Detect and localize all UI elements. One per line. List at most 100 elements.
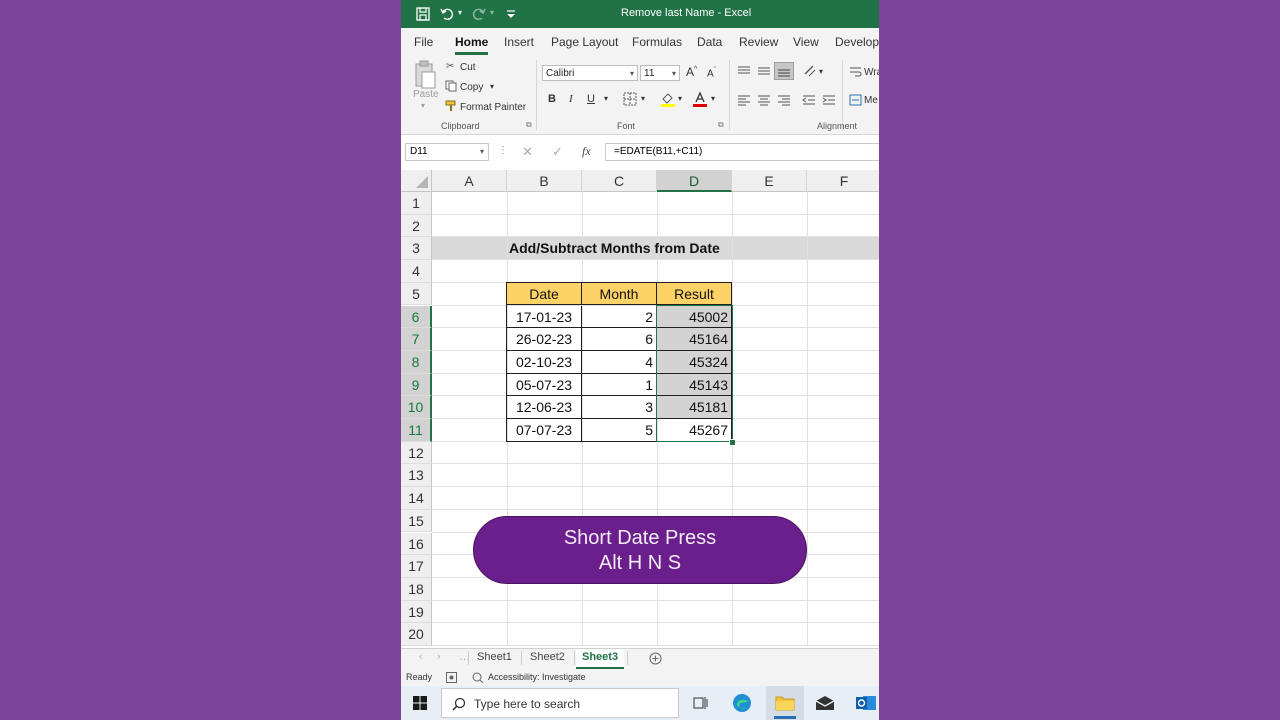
next-sheet-icon[interactable]: › xyxy=(437,651,440,662)
format-painter-button[interactable]: Format Painter xyxy=(460,102,526,113)
redo-icon[interactable] xyxy=(471,6,487,22)
cell-result[interactable]: 45143 xyxy=(657,373,732,397)
bold-button[interactable]: B xyxy=(548,93,556,105)
row-header-11[interactable]: 11 xyxy=(401,419,432,442)
tab-data[interactable]: Data xyxy=(697,35,722,49)
customize-toolbar-icon[interactable] xyxy=(505,6,517,22)
row-header-1[interactable]: 1 xyxy=(401,192,432,215)
align-right-icon[interactable] xyxy=(777,94,791,106)
row-header-4[interactable]: 4 xyxy=(401,260,432,283)
copy-button[interactable]: Copy xyxy=(460,82,483,93)
mail-icon[interactable] xyxy=(815,695,835,711)
sheet-tab-1[interactable]: Sheet1 xyxy=(477,651,512,663)
table-header-month[interactable]: Month xyxy=(582,282,657,306)
row-header-13[interactable]: 13 xyxy=(401,464,432,488)
cell-month[interactable]: 1 xyxy=(582,373,657,397)
wrap-text-button[interactable]: Wra xyxy=(864,67,879,78)
column-header-f[interactable]: F xyxy=(807,170,879,192)
align-center-icon[interactable] xyxy=(757,94,771,106)
cell-month[interactable]: 2 xyxy=(582,305,657,329)
cell-result[interactable]: 45181 xyxy=(657,396,732,419)
font-color-icon[interactable] xyxy=(692,91,708,107)
cell-month[interactable]: 6 xyxy=(582,328,657,351)
prev-sheet-icon[interactable]: ‹ xyxy=(419,651,422,662)
font-size-select[interactable]: 11 ▾ xyxy=(640,65,680,81)
row-header-16[interactable]: 16 xyxy=(401,532,432,556)
column-header-e[interactable]: E xyxy=(732,170,807,192)
task-view-icon[interactable] xyxy=(692,695,708,711)
shrink-font-button[interactable]: Aˇ xyxy=(707,67,716,79)
sheet-tab-3[interactable]: Sheet3 xyxy=(576,649,625,669)
row-header-18[interactable]: 18 xyxy=(401,577,432,601)
font-color-dropdown-icon[interactable]: ▾ xyxy=(711,94,715,103)
accessibility-status[interactable]: Accessibility: Investigate xyxy=(488,672,586,682)
active-cell-result[interactable]: 45267 xyxy=(657,419,732,442)
row-header-2[interactable]: 2 xyxy=(401,214,432,238)
cell-date[interactable]: 05-07-23 xyxy=(507,373,582,397)
row-header-3[interactable]: 3 xyxy=(401,237,432,261)
align-top-icon[interactable] xyxy=(737,65,751,77)
undo-dropdown-icon[interactable]: ▾ xyxy=(458,8,462,17)
borders-dropdown-icon[interactable]: ▾ xyxy=(641,94,645,103)
row-header-20[interactable]: 20 xyxy=(401,623,432,646)
fill-color-icon[interactable] xyxy=(660,91,676,107)
row-header-9[interactable]: 9 xyxy=(401,373,432,397)
align-middle-icon[interactable] xyxy=(757,65,771,77)
underline-dropdown-icon[interactable]: ▾ xyxy=(604,94,608,103)
tab-review[interactable]: Review xyxy=(739,35,778,49)
outlook-icon[interactable] xyxy=(856,693,876,713)
select-all-button[interactable] xyxy=(401,170,432,192)
row-header-15[interactable]: 15 xyxy=(401,509,432,533)
table-header-date[interactable]: Date xyxy=(507,282,582,306)
row-header-14[interactable]: 14 xyxy=(401,487,432,510)
save-icon[interactable] xyxy=(415,6,431,22)
cell-result[interactable]: 45324 xyxy=(657,350,732,374)
borders-icon[interactable] xyxy=(623,92,637,106)
italic-button[interactable]: I xyxy=(569,93,573,105)
paste-icon[interactable] xyxy=(413,60,437,90)
cell-month[interactable]: 5 xyxy=(582,419,657,442)
insert-function-button[interactable]: fx xyxy=(582,144,591,159)
cell-month[interactable]: 4 xyxy=(582,350,657,374)
increase-indent-icon[interactable] xyxy=(822,94,836,106)
underline-button[interactable]: U xyxy=(587,93,595,105)
column-header-c[interactable]: C xyxy=(582,170,657,192)
column-header-b[interactable]: B xyxy=(507,170,582,192)
cancel-icon[interactable]: ✕ xyxy=(522,144,533,160)
font-family-select[interactable]: Calibri ▾ xyxy=(542,65,638,81)
cell-date[interactable]: 07-07-23 xyxy=(507,419,582,442)
tab-home[interactable]: Home xyxy=(455,35,489,55)
cut-button[interactable]: Cut xyxy=(460,62,476,73)
row-header-10[interactable]: 10 xyxy=(401,396,432,419)
add-sheet-icon[interactable] xyxy=(649,652,662,665)
tab-formulas[interactable]: Formulas xyxy=(632,35,682,49)
row-header-6[interactable]: 6 xyxy=(401,305,432,329)
undo-icon[interactable] xyxy=(439,6,455,22)
row-header-7[interactable]: 7 xyxy=(401,328,432,351)
fill-color-dropdown-icon[interactable]: ▾ xyxy=(678,94,682,103)
orientation-dropdown-icon[interactable]: ▾ xyxy=(819,67,823,76)
name-box[interactable]: D11 ▾ xyxy=(405,143,489,161)
tab-page-layout[interactable]: Page Layout xyxy=(551,35,618,49)
merge-center-button[interactable]: Me xyxy=(864,95,878,106)
cell-date[interactable]: 02-10-23 xyxy=(507,350,582,374)
macro-record-icon[interactable] xyxy=(446,672,457,683)
sheet-tab-2[interactable]: Sheet2 xyxy=(530,651,565,663)
cell-result[interactable]: 45002 xyxy=(657,305,732,329)
taskbar-search[interactable]: Type here to search xyxy=(441,688,679,718)
paste-button[interactable]: Paste xyxy=(413,89,439,100)
align-left-icon[interactable] xyxy=(737,94,751,106)
orientation-icon[interactable] xyxy=(803,64,817,78)
clipboard-launcher-icon[interactable]: ⧉ xyxy=(526,120,532,130)
align-bottom-button[interactable] xyxy=(774,62,794,80)
grow-font-button[interactable]: A^ xyxy=(686,65,697,79)
row-header-5[interactable]: 5 xyxy=(401,282,432,306)
windows-start-icon[interactable] xyxy=(413,696,427,710)
decrease-indent-icon[interactable] xyxy=(802,94,816,106)
row-header-8[interactable]: 8 xyxy=(401,350,432,374)
font-launcher-icon[interactable]: ⧉ xyxy=(718,120,724,130)
cell-result[interactable]: 45164 xyxy=(657,328,732,351)
enter-icon[interactable]: ✓ xyxy=(552,144,563,160)
tab-view[interactable]: View xyxy=(793,35,819,49)
cell-date[interactable]: 17-01-23 xyxy=(507,305,582,329)
